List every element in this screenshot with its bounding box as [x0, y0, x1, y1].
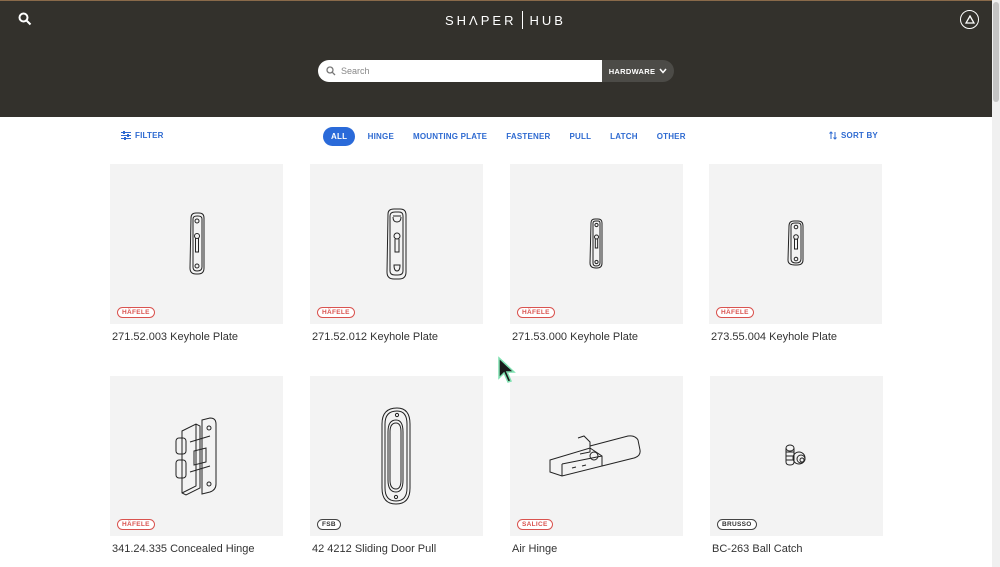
product-image[interactable]: HÄFELE	[110, 376, 283, 536]
tab-hinge[interactable]: HINGE	[358, 127, 403, 146]
chevron-down-icon	[659, 68, 667, 74]
filter-bar: FILTER ALL HINGE MOUNTING PLATE FASTENER…	[0, 127, 992, 147]
product-card[interactable]: SALICE Air Hinge	[510, 376, 683, 555]
product-card[interactable]: HÄFELE 341.24.335 Concealed Hinge	[110, 376, 283, 555]
brand-badge: HÄFELE	[716, 307, 754, 318]
sliders-icon	[121, 131, 131, 140]
tab-pull[interactable]: PULL	[560, 127, 601, 146]
tab-other[interactable]: OTHER	[647, 127, 695, 146]
logo-text-right: HUB	[529, 12, 566, 28]
search-bar: HARDWARE	[318, 60, 674, 82]
magnifier-icon	[326, 66, 336, 76]
search-icon[interactable]	[18, 12, 32, 26]
product-card[interactable]: FSB 42 4212 Sliding Door Pull	[310, 376, 483, 555]
category-dropdown-label: HARDWARE	[608, 66, 656, 76]
filter-button[interactable]: FILTER	[121, 131, 164, 140]
brand-badge: FSB	[317, 519, 341, 530]
brand-badge: HÄFELE	[317, 307, 355, 318]
brand-badge: SALICE	[517, 519, 553, 530]
keyhole-plate-icon	[589, 218, 603, 269]
product-card[interactable]: HÄFELE 271.52.012 Keyhole Plate	[310, 164, 483, 343]
ball-catch-icon	[785, 444, 806, 466]
product-title[interactable]: 271.52.012 Keyhole Plate	[312, 331, 483, 343]
sort-arrows-icon	[829, 131, 837, 140]
keyhole-plate-icon	[787, 220, 804, 266]
product-image[interactable]: SALICE	[510, 376, 683, 536]
tab-all[interactable]: ALL	[323, 127, 356, 146]
product-card[interactable]: HÄFELE 271.53.000 Keyhole Plate	[510, 164, 683, 343]
air-hinge-icon	[549, 435, 641, 477]
keyhole-plate-icon	[189, 212, 205, 275]
sort-label: SORT BY	[841, 131, 878, 140]
product-image[interactable]: HÄFELE	[510, 164, 683, 324]
product-card[interactable]: BRUSSO BC-263 Ball Catch	[710, 376, 883, 555]
tab-latch[interactable]: LATCH	[601, 127, 648, 146]
scrollbar-thumb[interactable]	[993, 2, 999, 102]
product-image[interactable]: HÄFELE	[110, 164, 283, 324]
product-title[interactable]: Air Hinge	[512, 543, 683, 555]
product-title[interactable]: BC-263 Ball Catch	[712, 543, 883, 555]
tab-mounting-plate[interactable]: MOUNTING PLATE	[404, 127, 497, 146]
category-tabs: ALL HINGE MOUNTING PLATE FASTENER PULL L…	[323, 127, 695, 146]
product-image[interactable]: BRUSSO	[710, 376, 883, 536]
filter-label: FILTER	[135, 131, 164, 140]
brand-badge: HÄFELE	[117, 519, 155, 530]
product-title[interactable]: 341.24.335 Concealed Hinge	[112, 543, 283, 555]
shaper-hub-logo[interactable]: SHΛPER HUB	[445, 11, 566, 29]
category-dropdown[interactable]: HARDWARE	[602, 60, 674, 82]
brand-badge: HÄFELE	[117, 307, 155, 318]
logo-text-left: SHΛPER	[445, 12, 517, 28]
product-title[interactable]: 42 4212 Sliding Door Pull	[312, 543, 483, 555]
brand-badge: BRUSSO	[717, 519, 757, 530]
concealed-hinge-icon	[175, 417, 217, 496]
door-pull-icon	[381, 407, 411, 505]
mouse-pointer-icon	[498, 356, 516, 383]
search-box[interactable]	[318, 60, 602, 82]
account-button[interactable]	[960, 10, 979, 29]
product-card[interactable]: HÄFELE 273.55.004 Keyhole Plate	[709, 164, 882, 343]
account-triangle-icon	[964, 15, 975, 24]
sort-by-button[interactable]: SORT BY	[829, 131, 878, 140]
brand-badge: HÄFELE	[517, 307, 555, 318]
product-image[interactable]: HÄFELE	[310, 164, 483, 324]
product-title[interactable]: 271.53.000 Keyhole Plate	[512, 331, 683, 343]
search-input[interactable]	[341, 66, 581, 76]
product-card[interactable]: HÄFELE 271.52.003 Keyhole Plate	[110, 164, 283, 343]
product-image[interactable]: HÄFELE	[709, 164, 882, 324]
product-title[interactable]: 271.52.003 Keyhole Plate	[112, 331, 283, 343]
top-header: SHΛPER HUB HARDWARE	[0, 0, 992, 117]
keyhole-plate-icon	[386, 208, 407, 280]
logo-separator	[522, 11, 524, 29]
product-image[interactable]: FSB	[310, 376, 483, 536]
product-title[interactable]: 273.55.004 Keyhole Plate	[711, 331, 882, 343]
tab-fastener[interactable]: FASTENER	[497, 127, 560, 146]
